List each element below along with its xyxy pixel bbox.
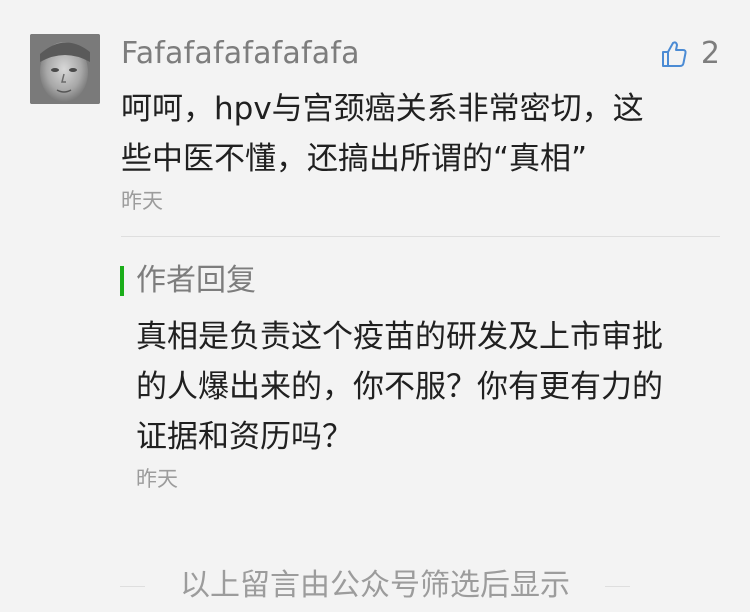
reply-text-line: 的人爆出来的，你不服？你有更有力的 (136, 369, 663, 405)
reply-text-line: 证据和资历吗？ (136, 419, 353, 455)
footer-divider-right (605, 586, 630, 587)
divider (121, 236, 720, 237)
reply-accent-bar (120, 266, 124, 296)
thumbs-up-icon (661, 41, 687, 67)
comment-timestamp: 昨天 (121, 189, 163, 213)
author-reply-text: 真相是负责这个疫苗的研发及上市审批 的人爆出来的，你不服？你有更有力的 证据和资… (136, 312, 726, 462)
comment-text-line: 些中医不懂，还搞出所谓的“真相” (121, 141, 588, 177)
avatar[interactable] (30, 34, 100, 104)
like-button[interactable]: 2 (661, 36, 720, 72)
reply-text-line: 真相是负责这个疫苗的研发及上市审批 (136, 319, 663, 355)
comment-text-line: 呵呵，hpv与宫颈癌关系非常密切，这 (121, 91, 644, 127)
reply-timestamp: 昨天 (136, 467, 178, 491)
avatar-face-image (30, 34, 100, 104)
comment-username: Fafafafafafafafa (121, 36, 360, 71)
like-count: 2 (700, 36, 720, 71)
comment-text: 呵呵，hpv与宫颈癌关系非常密切，这 些中医不懂，还搞出所谓的“真相” (121, 84, 711, 184)
footer-notice: 以上留言由公众号筛选后显示 (180, 568, 570, 603)
author-reply-label: 作者回复 (136, 263, 256, 298)
